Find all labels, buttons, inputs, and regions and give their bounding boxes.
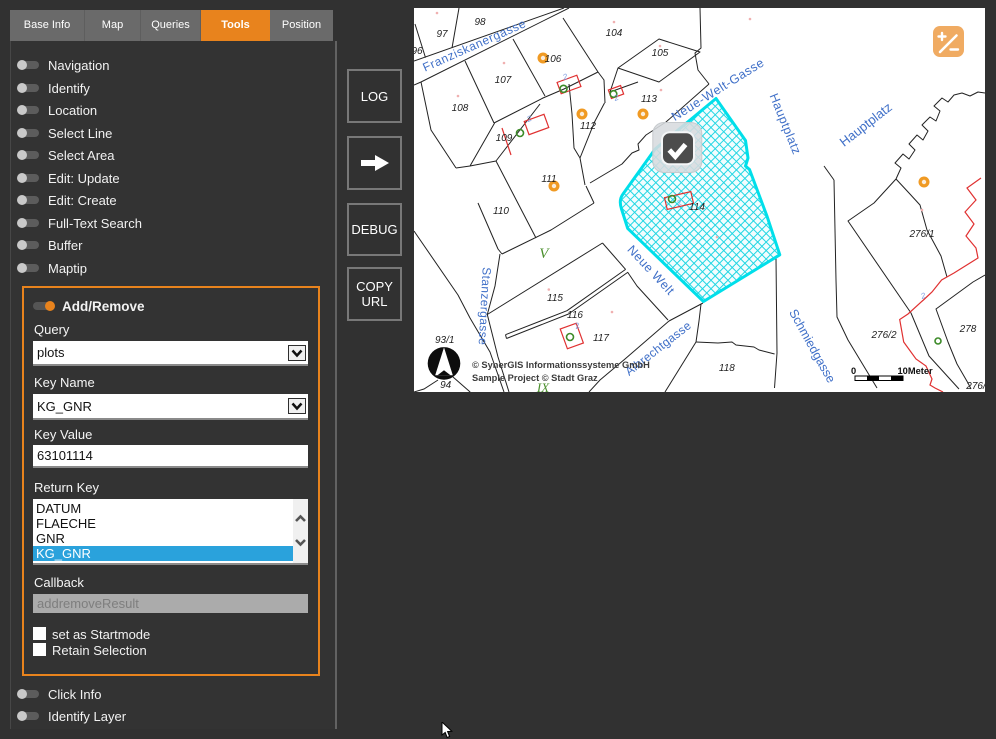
- svg-text:108: 108: [452, 103, 469, 114]
- svg-text:Sample Project © Stadt Graz: Sample Project © Stadt Graz: [472, 373, 598, 383]
- svg-text:2: 2: [573, 321, 582, 332]
- svg-text:116: 116: [567, 310, 583, 321]
- svg-text:106: 106: [545, 54, 562, 65]
- svg-text:97: 97: [436, 29, 448, 40]
- svg-text:117: 117: [593, 333, 609, 344]
- svg-text:115: 115: [547, 293, 563, 304]
- svg-text:114: 114: [689, 202, 705, 213]
- svg-text:Hauptplatz: Hauptplatz: [767, 91, 804, 156]
- svg-text:2: 2: [919, 291, 928, 302]
- svg-text:96: 96: [414, 46, 423, 57]
- svg-text:2: 2: [612, 93, 621, 104]
- svg-text:0: 0: [851, 366, 856, 376]
- svg-text:276/1: 276/1: [908, 229, 934, 240]
- svg-text:98: 98: [474, 17, 486, 28]
- svg-text:109: 109: [496, 133, 513, 144]
- svg-text:104: 104: [606, 28, 623, 39]
- svg-text:278: 278: [959, 324, 977, 335]
- svg-text:105: 105: [652, 48, 669, 59]
- svg-text:112: 112: [580, 121, 596, 132]
- svg-text:276/2: 276/2: [870, 330, 896, 341]
- svg-text:Schmiedgasse: Schmiedgasse: [786, 307, 838, 386]
- svg-text:110: 110: [493, 206, 509, 217]
- svg-text:113: 113: [641, 94, 657, 105]
- svg-text:10Meter: 10Meter: [898, 366, 934, 376]
- svg-text:107: 107: [495, 75, 512, 86]
- svg-text:© SynerGIS Informationssysteme: © SynerGIS Informationssysteme GmbH: [472, 360, 650, 370]
- svg-text:Stanzergasse: Stanzergasse: [476, 267, 494, 346]
- svg-text:93/1: 93/1: [435, 335, 454, 346]
- svg-text:V: V: [539, 246, 550, 262]
- svg-text:94: 94: [440, 380, 452, 391]
- svg-text:Hauptplatz: Hauptplatz: [837, 99, 895, 149]
- svg-text:118: 118: [719, 363, 735, 374]
- svg-text:111: 111: [541, 174, 556, 185]
- svg-text:276/: 276/: [965, 381, 985, 392]
